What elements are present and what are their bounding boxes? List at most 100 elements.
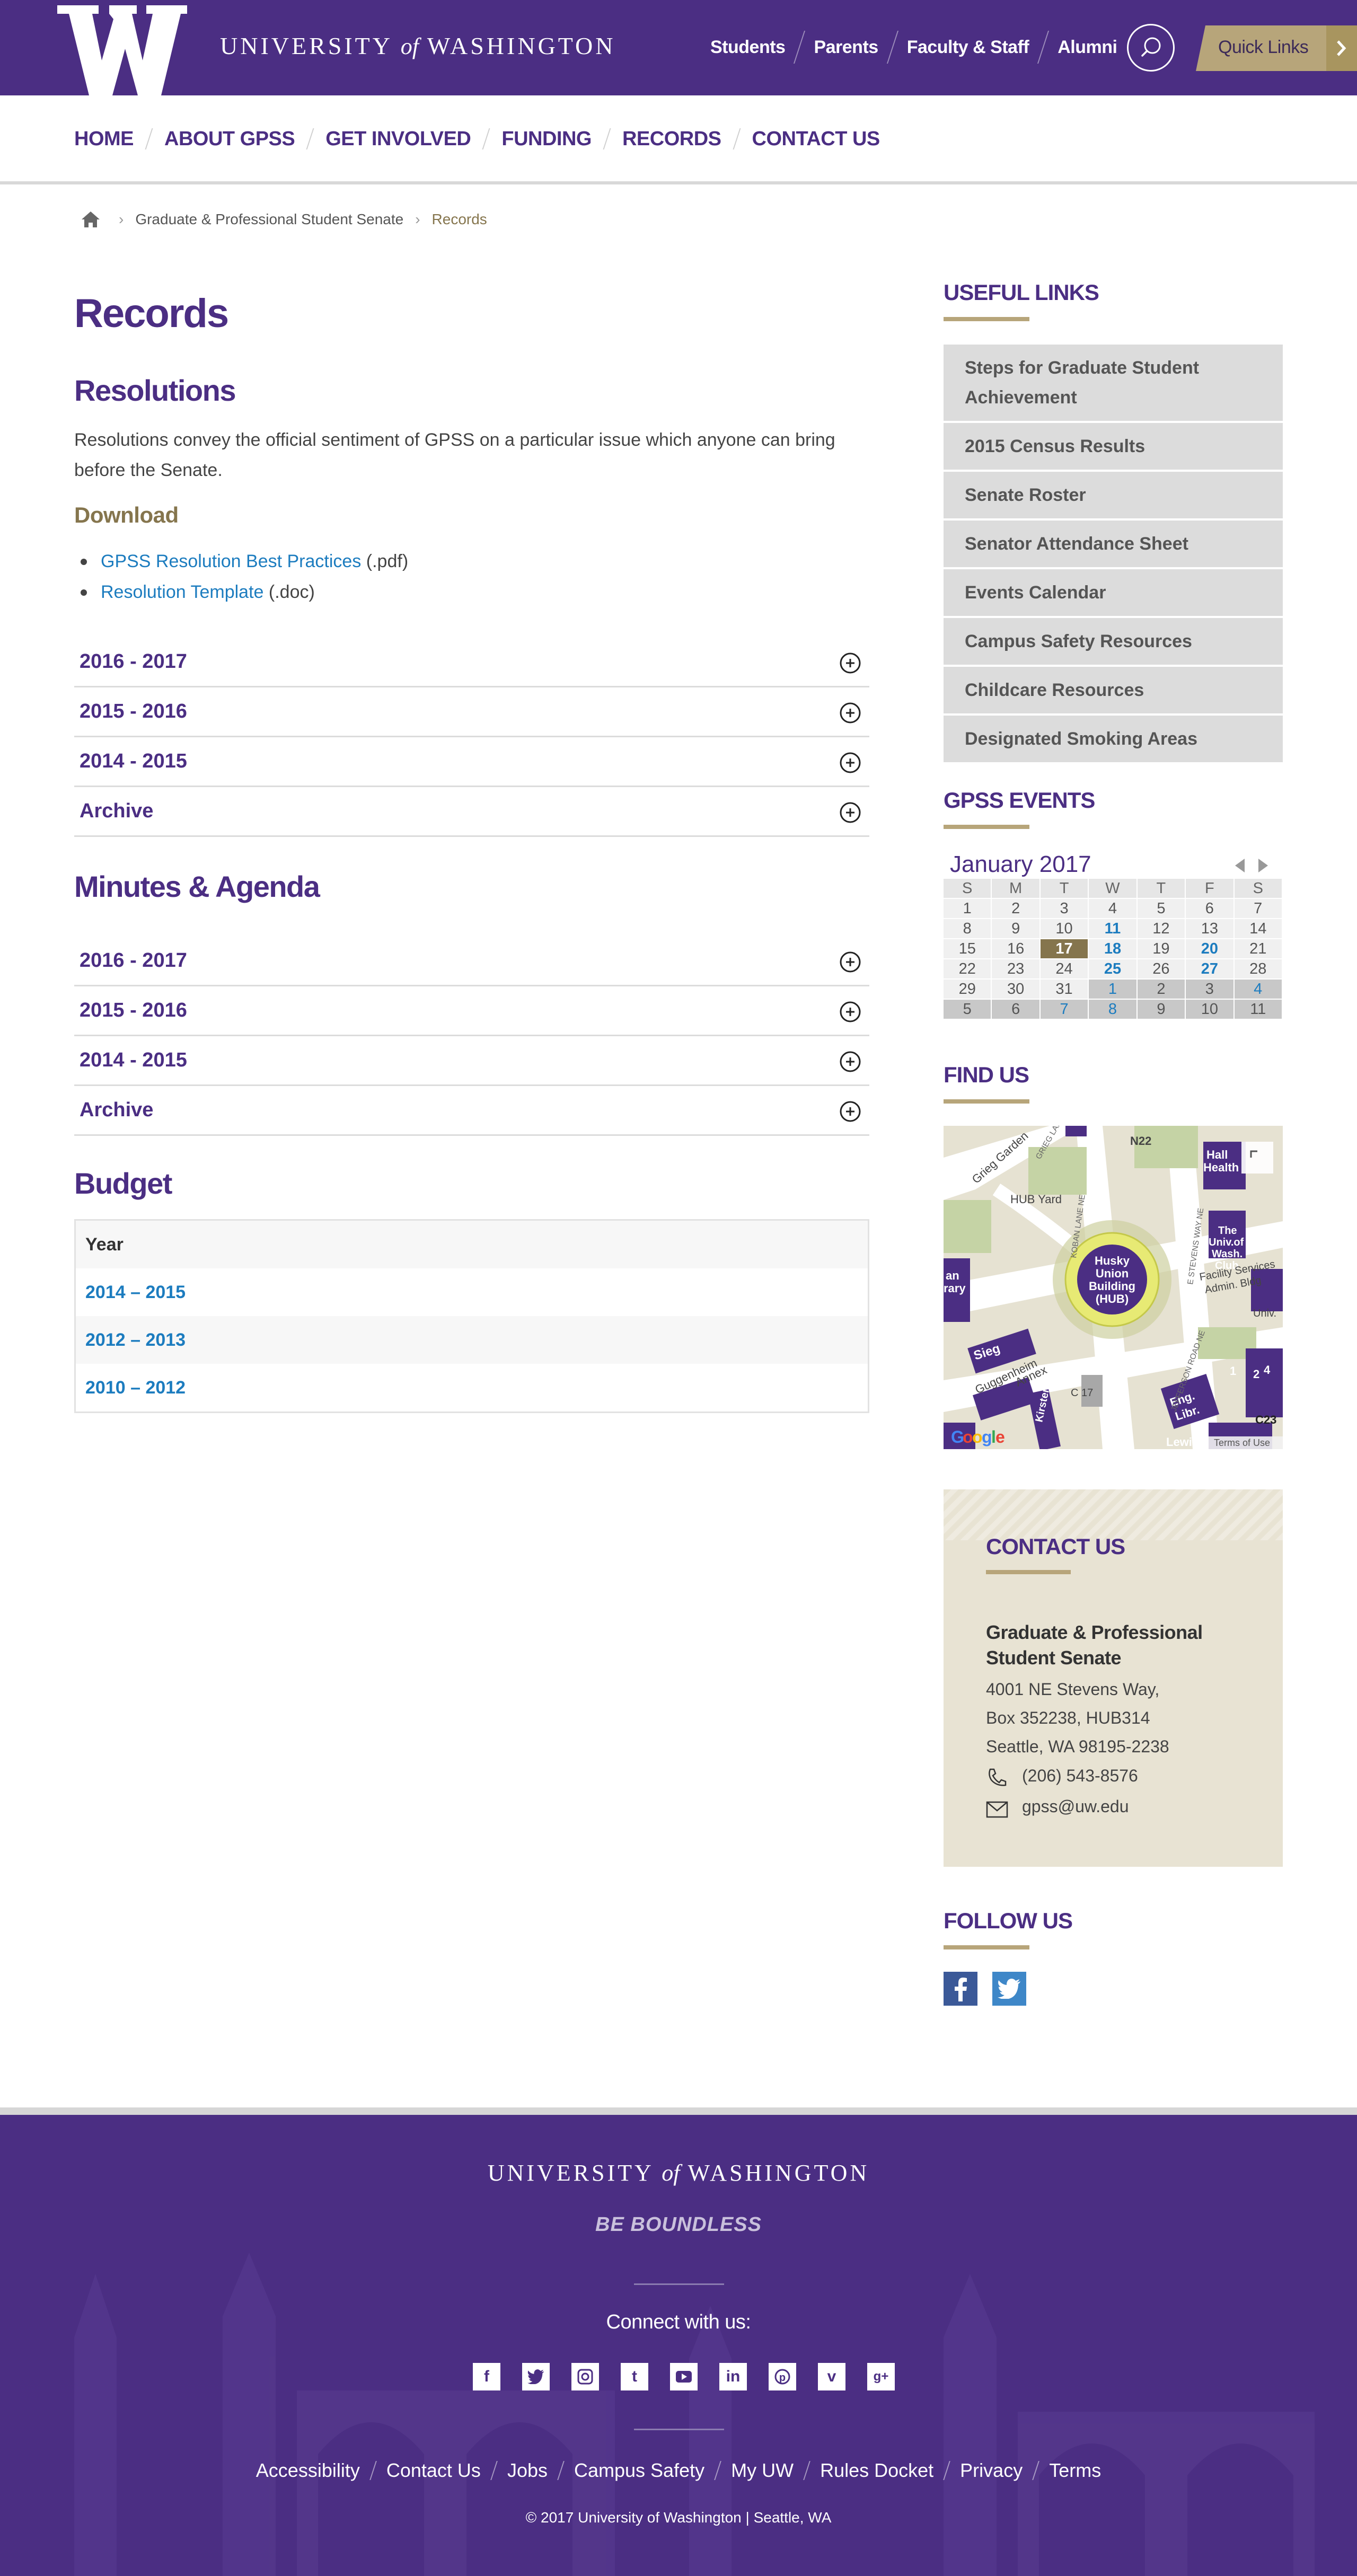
useful-link-census[interactable]: 2015 Census Results (944, 423, 1283, 472)
footer-link-jobs[interactable]: Jobs (507, 2459, 548, 2482)
useful-link-events-calendar[interactable]: Events Calendar (944, 569, 1283, 618)
linkedin-icon[interactable]: in (719, 2363, 747, 2390)
calendar-day: 6 (992, 1000, 1041, 1019)
footer-link-campus-safety[interactable]: Campus Safety (574, 2459, 704, 2482)
plus-circle-icon (840, 652, 861, 674)
useful-links-list: Steps for Graduate Student Achievement 2… (944, 345, 1283, 764)
nav-item-funding[interactable]: FUNDING (501, 128, 592, 151)
vine-icon[interactable]: v (818, 2363, 845, 2390)
footer-link-privacy[interactable]: Privacy (960, 2459, 1023, 2482)
address-line: 4001 NE Stevens Way, (986, 1680, 1160, 1699)
budget-link[interactable]: 2012 – 2013 (85, 1330, 186, 1351)
tumblr-icon[interactable]: t (621, 2363, 648, 2390)
audience-link-faculty-staff[interactable]: Faculty & Staff (907, 37, 1029, 58)
calendar-day: 26 (1137, 959, 1186, 978)
useful-link-campus-safety[interactable]: Campus Safety Resources (944, 618, 1283, 667)
budget-link[interactable]: 2010 – 2012 (85, 1378, 186, 1398)
footer-link-terms[interactable]: Terms (1049, 2459, 1101, 2482)
accordion-item[interactable]: 2015 - 2016 (74, 687, 869, 737)
minutes-accordion: 2016 - 2017 2015 - 2016 2014 - 2015 Arch… (74, 937, 869, 1136)
accordion-item[interactable]: 2016 - 2017 (74, 638, 869, 687)
accordion-item[interactable]: 2014 - 2015 (74, 737, 869, 787)
home-icon[interactable] (81, 210, 101, 228)
google-plus-icon[interactable]: g+ (867, 2363, 895, 2390)
breadcrumb-item-gpss[interactable]: Graduate & Professional Student Senate (135, 211, 403, 228)
accordion-item[interactable]: 2016 - 2017 (74, 937, 869, 986)
useful-link-childcare[interactable]: Childcare Resources (944, 667, 1283, 716)
calendar-day: 9 (992, 919, 1041, 938)
download-link-resolution-template[interactable]: Resolution Template (101, 582, 263, 602)
table-row: 2014 – 2015 (76, 1268, 868, 1316)
plus-circle-icon (840, 1051, 861, 1072)
svg-text:an: an (946, 1269, 959, 1282)
audience-link-parents[interactable]: Parents (814, 37, 878, 58)
contact-card: CONTACT US Graduate & Professional Stude… (944, 1489, 1283, 1867)
svg-text:Health: Health (1203, 1161, 1239, 1174)
calendar-day[interactable]: 7 (1040, 1000, 1089, 1019)
calendar-day-today[interactable]: 17 (1040, 939, 1089, 958)
nav-item-home[interactable]: HOME (74, 128, 134, 151)
facebook-icon[interactable] (944, 1972, 977, 2006)
footer-link-my-uw[interactable]: My UW (731, 2459, 794, 2482)
nav-item-about-gpss[interactable]: ABOUT GPSS (164, 128, 295, 151)
accordion-item[interactable]: 2014 - 2015 (74, 1036, 869, 1086)
twitter-icon[interactable] (992, 1972, 1026, 2006)
nav-item-get-involved[interactable]: GET INVOLVED (325, 128, 471, 151)
calendar-day[interactable]: 18 (1089, 939, 1138, 958)
svg-text:o: o (972, 1427, 983, 1446)
accordion-item[interactable]: Archive (74, 787, 869, 837)
nav-item-records[interactable]: RECORDS (622, 128, 721, 151)
divider (714, 2461, 721, 2480)
youtube-icon[interactable] (670, 2363, 698, 2390)
nav-item-contact-us[interactable]: CONTACT US (752, 128, 880, 151)
budget-link[interactable]: 2014 – 2015 (85, 1282, 186, 1303)
pinterest-icon[interactable]: p (769, 2363, 796, 2390)
accordion-label: 2014 - 2015 (80, 1049, 187, 1071)
next-month-icon[interactable] (1257, 858, 1269, 874)
audience-link-alumni[interactable]: Alumni (1058, 37, 1117, 58)
footer-link-accessibility[interactable]: Accessibility (256, 2459, 360, 2482)
calendar-day[interactable]: 1 (1089, 980, 1138, 999)
divider (603, 128, 611, 149)
list-item: GPSS Resolution Best Practices (.pdf) (74, 546, 408, 577)
calendar-day[interactable]: 8 (1089, 1000, 1138, 1019)
audience-link-students[interactable]: Students (710, 37, 786, 58)
calendar-day: 9 (1137, 1000, 1186, 1019)
contact-phone[interactable]: (206) 543-8576 (1022, 1766, 1138, 1786)
calendar-day: 14 (1234, 919, 1283, 938)
divider (306, 128, 314, 149)
svg-text:2: 2 (1253, 1368, 1259, 1381)
calendar-day: 10 (1040, 919, 1089, 938)
accordion-item[interactable]: Archive (74, 1086, 869, 1136)
facebook-icon[interactable]: f (473, 2363, 500, 2390)
contact-email[interactable]: gpss@uw.edu (1022, 1797, 1129, 1816)
footer-link-rules-docket[interactable]: Rules Docket (820, 2459, 933, 2482)
svg-text:4: 4 (1264, 1363, 1271, 1377)
footer-university-wordmark[interactable]: UNIVERSITY of WASHINGTON (0, 2159, 1357, 2186)
uw-w-logo[interactable] (57, 5, 187, 95)
useful-link-smoking-areas[interactable]: Designated Smoking Areas (944, 716, 1283, 764)
calendar-day[interactable]: 27 (1186, 959, 1235, 978)
useful-link-attendance[interactable]: Senator Attendance Sheet (944, 521, 1283, 569)
search-button[interactable] (1127, 24, 1175, 72)
instagram-icon[interactable] (571, 2363, 599, 2390)
footer: UNIVERSITY of WASHINGTON BE BOUNDLESS Co… (0, 2115, 1357, 2576)
footer-link-contact-us[interactable]: Contact Us (386, 2459, 481, 2482)
calendar-day: 11 (1234, 1000, 1283, 1019)
calendar-day[interactable]: 4 (1234, 980, 1283, 999)
calendar-day[interactable]: 25 (1089, 959, 1138, 978)
calendar-day[interactable]: 20 (1186, 939, 1235, 958)
download-link-best-practices[interactable]: GPSS Resolution Best Practices (101, 551, 361, 571)
useful-link-grad-achievement[interactable]: Steps for Graduate Student Achievement (944, 345, 1283, 423)
campus-map[interactable]: Husky Union Building (HUB) Grieg Garden … (944, 1126, 1283, 1449)
university-wordmark[interactable]: UNIVERSITY of WASHINGTON (220, 32, 616, 60)
calendar-day: 8 (944, 919, 992, 938)
quick-links-button[interactable]: Quick Links (1196, 25, 1357, 71)
calendar-day[interactable]: 11 (1089, 919, 1138, 938)
budget-heading: Budget (74, 1167, 172, 1200)
accordion-item[interactable]: 2015 - 2016 (74, 986, 869, 1036)
twitter-icon[interactable] (522, 2363, 550, 2390)
accordion-label: 2015 - 2016 (80, 700, 187, 722)
prev-month-icon[interactable] (1234, 858, 1246, 874)
useful-link-senate-roster[interactable]: Senate Roster (944, 472, 1283, 521)
